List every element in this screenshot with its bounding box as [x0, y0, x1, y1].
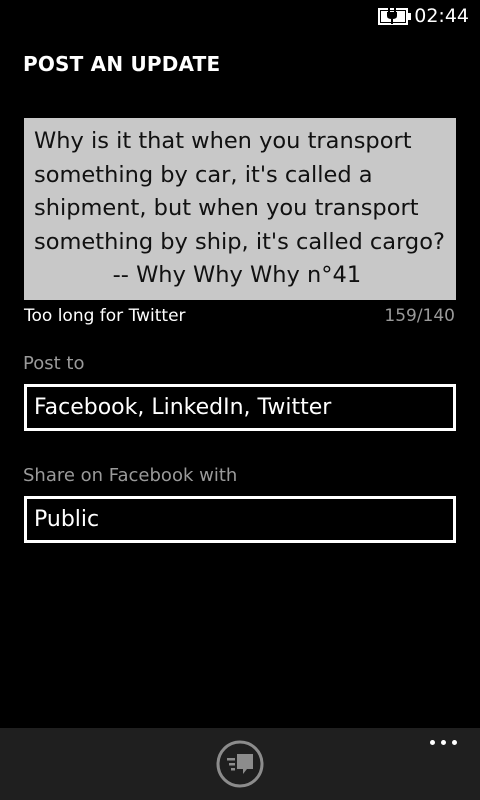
battery-charging-icon	[378, 7, 411, 25]
clock: 02:44	[414, 5, 469, 27]
length-warning: Too long for Twitter	[24, 306, 186, 326]
share-with-value: Public	[34, 507, 100, 532]
status-text-line: Why is it that when you transport	[34, 128, 412, 154]
ellipsis-dot	[430, 740, 435, 745]
status-text-line: shipment, but when you transport	[34, 195, 419, 221]
status-text-line: -- Why Why Why n°41	[34, 262, 362, 288]
status-text-input[interactable]: Why is it that when you transport someth…	[24, 118, 456, 300]
app-bar	[0, 728, 480, 800]
more-ellipsis-icon[interactable]	[428, 736, 460, 748]
status-bar: 02:44	[0, 0, 480, 32]
post-update-icon	[216, 740, 264, 788]
status-text-line: something by ship, it's called cargo?	[34, 228, 445, 255]
post-update-button[interactable]	[216, 740, 264, 788]
post-to-value: Facebook, LinkedIn, Twitter	[34, 395, 332, 420]
page-title: POST AN UPDATE	[23, 52, 221, 76]
post-to-picker[interactable]: Facebook, LinkedIn, Twitter	[24, 384, 456, 431]
share-with-label: Share on Facebook with	[23, 465, 238, 486]
post-to-label: Post to	[23, 353, 85, 374]
ellipsis-dot	[452, 740, 457, 745]
ellipsis-dot	[441, 740, 446, 745]
status-text-line: something by car, it's called a	[34, 161, 373, 188]
share-with-picker[interactable]: Public	[24, 496, 456, 543]
character-counter: 159/140	[384, 306, 455, 326]
